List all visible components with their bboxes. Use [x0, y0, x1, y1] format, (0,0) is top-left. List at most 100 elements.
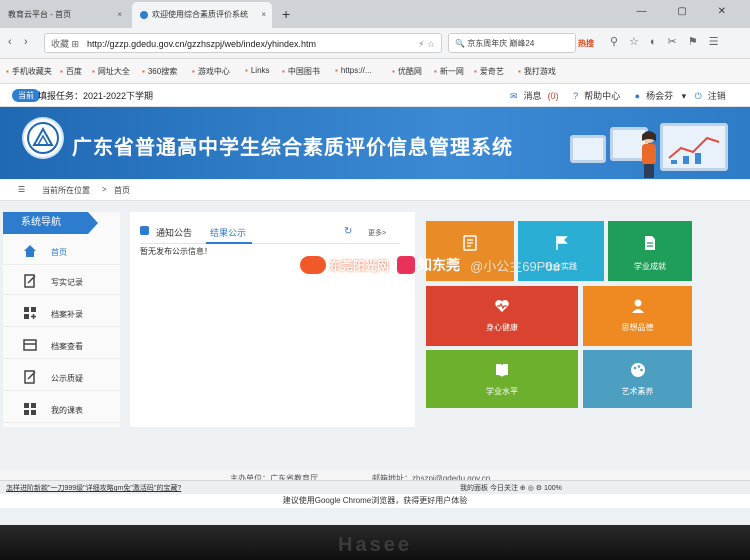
- watermark-site: 东莞阳光网: [329, 258, 390, 273]
- hot-search-badge[interactable]: 热搜: [578, 38, 594, 49]
- watermark-handle: @小公主69P0u: [470, 258, 560, 274]
- sidebar-item-home[interactable]: 首页: [3, 238, 120, 265]
- help-icon: ?: [573, 91, 579, 101]
- sidebar-item-publicity[interactable]: 公示质疑: [3, 364, 120, 391]
- bookmark-item[interactable]: ▪ 我打游戏: [518, 66, 556, 77]
- archive-icon: [23, 339, 37, 351]
- tile-academic-achievement[interactable]: 学业成就: [608, 221, 692, 281]
- status-tools[interactable]: 我的面板 今日关注 ⊕ ◎ ⚙ 100%: [460, 483, 562, 493]
- tab-notice[interactable]: 通知公告: [156, 226, 192, 239]
- tab-title: 教育云平台 - 首页: [8, 10, 72, 19]
- home-icon: [24, 245, 36, 257]
- bookmark-item[interactable]: ▪ 手机收藏夹: [6, 66, 52, 77]
- sidebar-item-label: 公示质疑: [51, 374, 83, 383]
- tile-academic-level[interactable]: 学业水平: [426, 350, 578, 408]
- decoration-chart-icon: [660, 123, 728, 171]
- flag-icon: [556, 236, 568, 250]
- edit-icon: [24, 370, 36, 384]
- more-link[interactable]: 更多>: [368, 228, 386, 238]
- back-button[interactable]: ‹: [8, 36, 12, 48]
- logout-link[interactable]: ⏻ 注销: [695, 91, 732, 101]
- watermark-zhi-icon: [397, 256, 416, 274]
- heart-icon: [495, 300, 509, 312]
- breadcrumb-current[interactable]: 首页: [114, 185, 130, 196]
- search-input[interactable]: 🔍 京东周年庆 巅峰24: [448, 33, 576, 53]
- tile-label: 学业水平: [486, 387, 518, 396]
- user-menu[interactable]: ● 杨会芬 ▾: [635, 91, 686, 101]
- person-icon: [631, 299, 644, 313]
- bookmarks-bar: ▪ 手机收藏夹 ▪ 百度 ▪ 网址大全 ▪ 360搜索 ▪ 游戏中心 ▪ Links ▪ 中国…: [0, 59, 750, 84]
- refresh-icon[interactable]: ↻: [344, 226, 352, 237]
- bookmark-icon: ▪: [6, 67, 9, 76]
- sidebar-item-view[interactable]: 档案查看: [3, 332, 120, 359]
- message-link[interactable]: ✉ 消息 (0): [510, 91, 565, 101]
- bookmark-item[interactable]: ▪ 360搜索: [142, 66, 177, 77]
- sidebar-nav: 系统导航 首页 写实记录 档案补录 档案查看 公示质疑 我的课表: [3, 212, 120, 427]
- top-info-bar: 当前 填报任务：2021-2022下学期 ✉ 消息 (0) ? 帮助中心 ● 杨会芬 ▾…: [0, 84, 750, 107]
- sidebar-item-label: 档案查看: [51, 342, 83, 351]
- bookmark-item[interactable]: ▪ 百度: [60, 66, 82, 77]
- tile-moral-character[interactable]: 思想品德: [583, 286, 692, 346]
- bookmark-item[interactable]: ▪ 网址大全: [92, 66, 130, 77]
- window-controls[interactable]: — ▢ ✕: [637, 6, 740, 17]
- document-icon: [463, 235, 477, 251]
- archive-add-icon: [24, 307, 36, 319]
- tile-label: 身心健康: [486, 323, 518, 332]
- close-icon[interactable]: ×: [117, 2, 122, 28]
- bookmark-icon: ▪: [335, 66, 338, 75]
- toolbar-icons[interactable]: ⚲☆◐✂⚑☰: [610, 35, 730, 48]
- term-label: 填报任务：2021-2022下学期: [38, 91, 154, 101]
- help-link[interactable]: ? 帮助中心: [573, 91, 626, 101]
- system-title: 广东省普通高中学生综合素质评价信息管理系统: [72, 137, 513, 159]
- tile-art-literacy[interactable]: 艺术素养: [583, 350, 692, 408]
- sidebar-item-label: 我的课表: [51, 406, 83, 415]
- sidebar-title: 系统导航: [3, 212, 98, 234]
- bookmark-icon: ▪: [142, 67, 145, 76]
- news-link[interactable]: 怎样进阶新款"一刀999级"详细攻略gm免"激活码"的宝藏?: [6, 483, 181, 493]
- tile-physical-mental-health[interactable]: 身心健康: [426, 286, 578, 346]
- laptop-brand-logo: Hasee: [338, 534, 412, 556]
- current-pill: 当前: [12, 89, 40, 102]
- tab-divider: [140, 243, 400, 244]
- active-tab-underline: [206, 242, 252, 244]
- url-input[interactable]: 收藏 ⊞ http://gzzp.gdedu.gov.cn/gzzhszpj/we…: [44, 33, 442, 53]
- bookmark-icon: ▪: [92, 67, 95, 76]
- tile-label: 艺术素养: [621, 387, 654, 396]
- breadcrumb: ☰ 当前所在位置 > 首页: [0, 180, 750, 201]
- breadcrumb-separator: >: [102, 185, 107, 194]
- sidebar-item-label: 写实记录: [51, 278, 83, 287]
- bookmark-item[interactable]: ▪ 优酷网: [392, 66, 422, 77]
- bookmark-item[interactable]: ▪ 游戏中心: [192, 66, 230, 77]
- emblem-logo: [24, 119, 62, 157]
- bookmark-item[interactable]: ▪ 爱奇艺: [474, 66, 504, 77]
- bell-icon: ✉: [510, 91, 518, 101]
- tab-title: 欢迎使用综合素质评价系统: [152, 10, 248, 19]
- new-tab-button[interactable]: +: [282, 2, 290, 26]
- bookmark-icon: ▪: [245, 66, 248, 75]
- forward-button[interactable]: ›: [24, 36, 28, 48]
- tile-label: 思想品德: [621, 323, 654, 332]
- bookmark-item[interactable]: ▪ 中国图书: [282, 66, 320, 77]
- tab-edu-cloud[interactable]: 教育云平台 - 首页 ×: [0, 2, 128, 28]
- sidebar-item-records[interactable]: 写实记录: [3, 268, 120, 295]
- bookmark-item[interactable]: ▪ 新一网: [434, 66, 464, 77]
- bookmark-item[interactable]: ▪ Links: [245, 66, 270, 75]
- favicon-icon: [140, 10, 148, 19]
- tab-results[interactable]: 结果公示: [210, 226, 246, 239]
- notice-icon: [140, 226, 149, 235]
- close-icon[interactable]: ×: [261, 2, 266, 28]
- bookmark-icon: ▪: [474, 67, 477, 76]
- schedule-icon: [24, 403, 36, 415]
- sidebar-item-schedule[interactable]: 我的课表: [3, 396, 120, 423]
- bookmark-item[interactable]: ▪ https://...: [335, 66, 372, 75]
- address-icons[interactable]: ⚡ ☆: [418, 34, 435, 52]
- search-icon: 🔍: [455, 39, 465, 48]
- search-text: 京东周年庆 巅峰24: [467, 39, 535, 48]
- emblem-icon: [27, 122, 59, 154]
- empty-message: 暂无发布公示信息！: [140, 247, 212, 256]
- address-prefix: 收藏 ⊞: [51, 39, 80, 49]
- tab-active-system[interactable]: 欢迎使用综合素质评价系统 ×: [132, 2, 272, 28]
- sidebar-item-supplement[interactable]: 档案补录: [3, 300, 120, 327]
- notice-panel: 通知公告 结果公示 ↻ 更多> 暂无发布公示信息！: [130, 212, 415, 427]
- menu-icon[interactable]: ☰: [18, 185, 25, 194]
